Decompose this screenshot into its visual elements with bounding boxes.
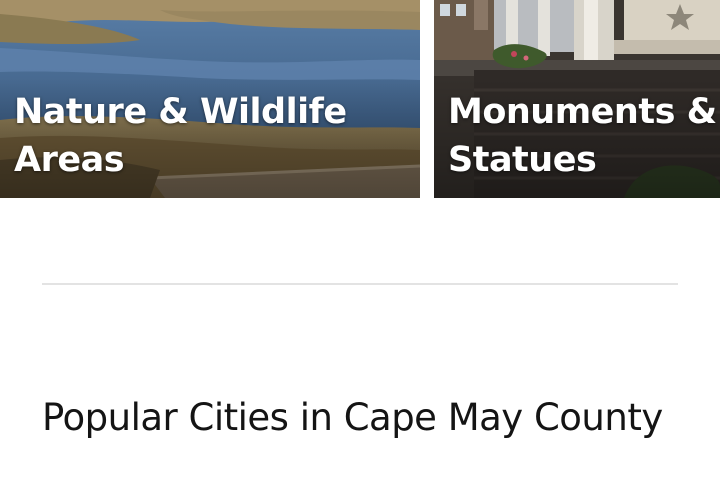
card-title-line: Nature & Wildlife <box>14 92 347 132</box>
section-divider <box>42 283 678 285</box>
card-title: Monuments & Statues <box>448 88 717 184</box>
card-title: Nature & Wildlife Areas <box>14 88 347 184</box>
category-card-monuments-statues[interactable]: Monuments & Statues <box>434 0 720 198</box>
card-title-line: Statues <box>448 140 597 180</box>
category-card-nature-wildlife[interactable]: Nature & Wildlife Areas <box>0 0 420 198</box>
card-title-line: Areas <box>14 140 125 180</box>
card-title-line: Monuments & <box>448 92 717 132</box>
popular-cities-heading: Popular Cities in Cape May County <box>42 396 663 439</box>
